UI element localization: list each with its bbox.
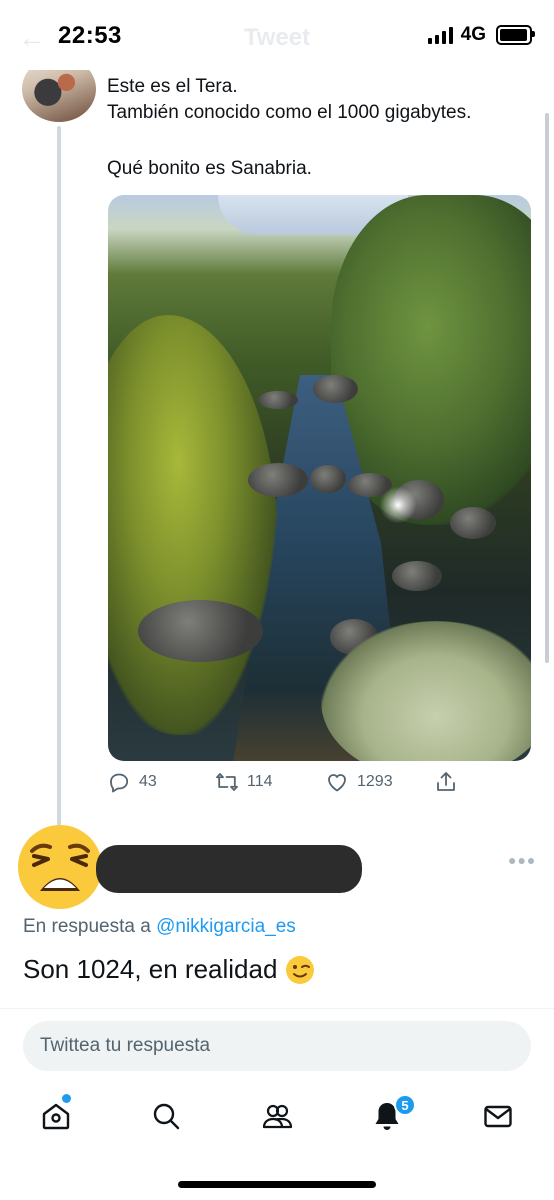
retweet-icon (216, 773, 238, 791)
retweet-count: 114 (247, 773, 273, 790)
reply-composer-input[interactable]: Twittea tu respuesta (23, 1021, 531, 1071)
thread-line (57, 126, 61, 826)
tab-home[interactable] (36, 1096, 76, 1136)
retweet-action[interactable]: 114 (215, 770, 273, 794)
home-unread-dot (62, 1094, 71, 1103)
scrollbar[interactable] (545, 113, 549, 663)
divider (0, 1008, 554, 1009)
status-time: 22:53 (58, 22, 122, 49)
search-icon (153, 1103, 180, 1130)
reply-prefix: En respuesta a (23, 916, 151, 937)
redacted-username (96, 845, 362, 893)
reply-text: Son 1024, en realidad (23, 954, 315, 985)
home-indicator[interactable] (178, 1181, 376, 1188)
notifications-badge: 5 (394, 1094, 416, 1116)
reply-body: Son 1024, en realidad (23, 954, 278, 984)
weary-face-avatar[interactable] (18, 825, 102, 909)
network-type: 4G (460, 24, 486, 45)
reply-action[interactable]: 43 (107, 770, 157, 794)
reply-count: 43 (139, 773, 157, 790)
tab-communities[interactable] (257, 1096, 297, 1136)
more-options-icon[interactable]: ●●● (508, 852, 536, 868)
tab-messages[interactable] (478, 1096, 518, 1136)
like-action[interactable]: 1293 (325, 770, 393, 794)
tab-explore[interactable] (146, 1096, 186, 1136)
tweet-line: Este es el Tera. (107, 76, 238, 97)
heart-icon (328, 774, 346, 792)
reply-context: En respuesta a @nikkigarcia_es (23, 916, 296, 938)
tweet-text: Este es el Tera. También conocido como e… (107, 74, 537, 182)
reply-handle-link[interactable]: @nikkigarcia_es (156, 916, 296, 937)
mail-icon (484, 1105, 512, 1128)
tweet-actions: 43 114 1293 (107, 770, 527, 802)
winking-face-emoji (286, 955, 315, 984)
status-bar: ← Tweet 22:53 4G (0, 0, 554, 70)
home-icon (42, 1103, 70, 1130)
share-action[interactable] (434, 770, 458, 794)
battery-icon (496, 25, 535, 45)
signal-icon (427, 26, 453, 44)
tweet-line: También conocido como el 1000 gigabytes. (107, 102, 472, 123)
tweet-photo[interactable] (108, 195, 531, 761)
communities-icon (262, 1104, 293, 1129)
like-count: 1293 (357, 773, 393, 790)
tweet-line: Qué bonito es Sanabria. (107, 158, 312, 179)
reply-icon (110, 773, 129, 793)
bottom-tab-bar (0, 1090, 554, 1150)
composer-placeholder: Twittea tu respuesta (40, 1035, 211, 1056)
share-icon (437, 772, 455, 791)
